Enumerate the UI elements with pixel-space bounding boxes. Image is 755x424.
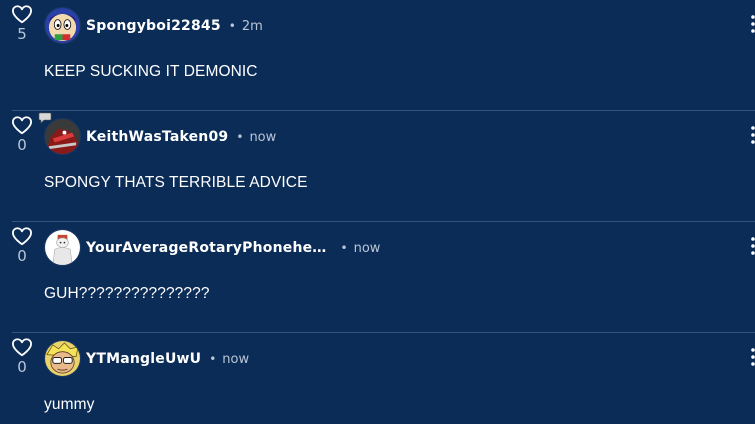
like-count: 0 [17, 358, 27, 376]
comment-text: KEEP SUCKING IT DEMONIC [44, 63, 258, 80]
username[interactable]: KeithWasTaken09 [86, 129, 228, 145]
yellow-hair-character-avatar-icon [45, 341, 80, 376]
avatar[interactable] [44, 229, 81, 266]
comment-meta: YTMangleUwU • now [86, 349, 249, 369]
like-count: 0 [17, 136, 27, 154]
like-column: 5 [9, 4, 35, 43]
heart-icon[interactable] [11, 4, 33, 24]
red-dark-character-avatar-icon [45, 119, 80, 154]
avatar[interactable] [44, 7, 81, 44]
more-options-icon[interactable] [751, 14, 755, 34]
cartoon-face-avatar-icon [45, 8, 80, 43]
more-options-icon[interactable] [751, 236, 755, 256]
more-options-icon[interactable] [751, 125, 755, 145]
separator-dot: • [236, 130, 244, 144]
comment-text: yummy [44, 396, 95, 413]
like-count: 0 [17, 247, 27, 265]
timestamp: now [249, 129, 277, 145]
like-column: 0 [9, 337, 35, 376]
separator-dot: • [209, 352, 217, 366]
comment-feed: 5 Spongyboi22845 • 2m KEEP SUCKING IT DE… [0, 0, 755, 424]
like-count: 5 [17, 25, 27, 43]
timestamp: now [353, 240, 381, 256]
comment-meta: Spongyboi22845 • 2m [86, 16, 263, 36]
timestamp: 2m [241, 18, 263, 34]
chat-badge-icon [38, 112, 52, 124]
comment-meta: YourAverageRotaryPhonehe… • now [86, 238, 380, 258]
comment-text: GUH??????????????? [44, 285, 210, 302]
username[interactable]: YTMangleUwU [86, 351, 201, 367]
comment-item: 0 KeithWasTaken09 • now SPONGY THATS TER… [0, 111, 755, 222]
like-column: 0 [9, 226, 35, 265]
heart-icon[interactable] [11, 337, 33, 357]
more-options-icon[interactable] [751, 347, 755, 367]
heart-icon[interactable] [11, 115, 33, 135]
separator-dot: • [228, 19, 236, 33]
avatar[interactable] [44, 340, 81, 377]
comment-item: 5 Spongyboi22845 • 2m KEEP SUCKING IT DE… [0, 0, 755, 111]
timestamp: now [222, 351, 250, 367]
comment-meta: KeithWasTaken09 • now [86, 127, 276, 147]
username[interactable]: Spongyboi22845 [86, 18, 221, 34]
like-column: 0 [9, 115, 35, 154]
comment-item: 0 YTMangleUwU • now yummy [0, 333, 755, 424]
heart-icon[interactable] [11, 226, 33, 246]
comment-text: SPONGY THATS TERRIBLE ADVICE [44, 174, 308, 191]
username[interactable]: YourAverageRotaryPhonehe… [86, 240, 327, 256]
comment-item: 0 YourAverageRotaryPhonehe… • now GUH???… [0, 222, 755, 333]
white-figure-avatar-icon [45, 230, 80, 265]
separator-dot: • [340, 241, 348, 255]
